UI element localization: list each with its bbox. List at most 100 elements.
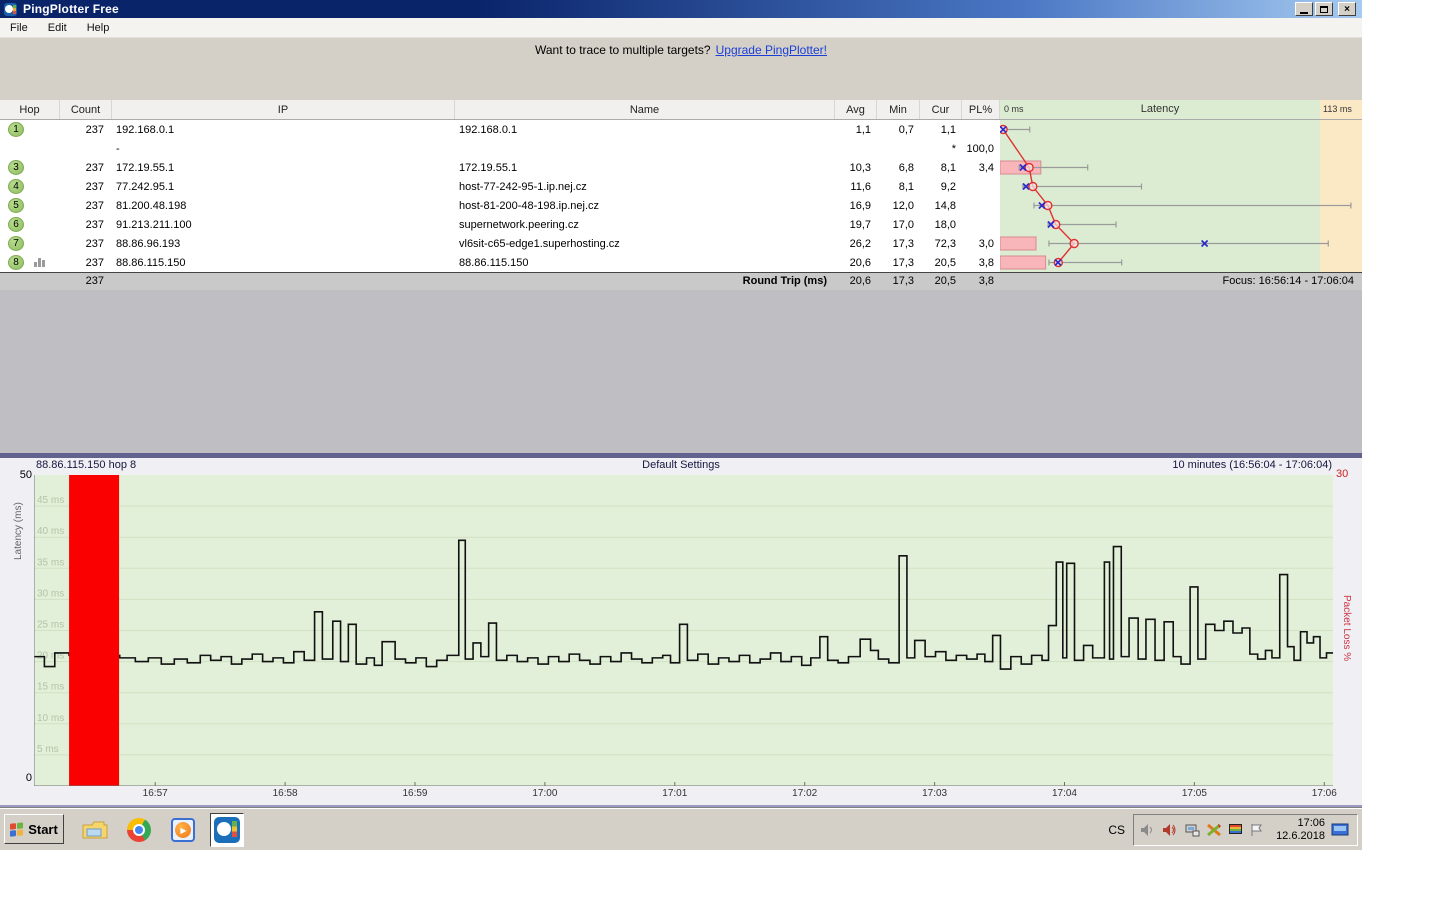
- table-row[interactable]: 623791.213.211.100supernetwork.peering.c…: [0, 215, 1000, 234]
- table-row[interactable]: 723788.86.96.193vl6sit-c65-edge1.superho…: [0, 234, 1000, 253]
- hop-packetloss: 3,8: [962, 257, 1000, 269]
- table-row[interactable]: 423777.242.95.1host-77-242-95-1.ip.nej.c…: [0, 177, 1000, 196]
- header-avg[interactable]: Avg: [835, 100, 877, 119]
- pingplotter-launcher[interactable]: [210, 813, 244, 847]
- file-explorer-launcher[interactable]: [78, 813, 112, 847]
- timeline-settings-label: Default Settings: [0, 459, 1362, 471]
- window-title: PingPlotter Free: [23, 2, 119, 16]
- time-tick-label: 16:57: [135, 788, 175, 799]
- table-row[interactable]: 3237172.19.55.1172.19.55.110,36,88,13,4: [0, 158, 1000, 177]
- table-header: Hop Count IP Name Avg Min Cur PL%: [0, 100, 1000, 120]
- restore-button[interactable]: [1315, 2, 1333, 16]
- minimize-button[interactable]: [1295, 2, 1313, 16]
- clock-time: 17:06: [1276, 817, 1325, 830]
- hop-cur: 18,0: [920, 219, 962, 231]
- hop-name: supernetwork.peering.cz: [455, 219, 835, 231]
- time-tick-label: 17:04: [1044, 788, 1084, 799]
- latency-scale-right: 113 ms: [1323, 104, 1352, 114]
- menu-file[interactable]: File: [0, 20, 38, 36]
- loss-bar: [1000, 237, 1036, 250]
- header-min[interactable]: Min: [877, 100, 920, 119]
- table-row[interactable]: 523781.200.48.198host-81-200-48-198.ip.n…: [0, 196, 1000, 215]
- media-player-launcher[interactable]: ▶: [166, 813, 200, 847]
- avg-marker: [1070, 240, 1078, 248]
- hop-avg: 16,9: [835, 200, 877, 212]
- hop-count: 237: [60, 124, 112, 136]
- packet-loss-band: [69, 475, 119, 786]
- header-name[interactable]: Name: [455, 100, 835, 119]
- hop-ip: 88.86.115.150: [112, 257, 455, 269]
- hop-count: 237: [60, 219, 112, 231]
- hop-badge: 3: [8, 160, 24, 175]
- minimize-icon: [1300, 12, 1308, 14]
- header-hop[interactable]: Hop: [0, 100, 60, 119]
- hop-min: 17,0: [877, 219, 920, 231]
- latency-timeline-chart[interactable]: 45 ms40 ms35 ms30 ms25 ms20 ms15 ms10 ms…: [34, 475, 1333, 786]
- roundtrip-avg: 20,6: [835, 275, 871, 287]
- taskbar: Start ▶ CS 17:06 12.6.2018: [0, 808, 1362, 850]
- header-pl[interactable]: PL%: [962, 100, 1000, 119]
- volume-icon[interactable]: [1140, 823, 1156, 837]
- time-tick-label: 16:58: [265, 788, 305, 799]
- clock-date: 12.6.2018: [1276, 830, 1325, 843]
- table-row[interactable]: -*100,0: [0, 139, 1000, 158]
- language-indicator[interactable]: CS: [1108, 823, 1125, 837]
- header-ip[interactable]: IP: [112, 100, 455, 119]
- table-row[interactable]: 1237192.168.0.1192.168.0.11,10,71,1: [0, 120, 1000, 139]
- hop-cur: 14,8: [920, 200, 962, 212]
- menu-edit[interactable]: Edit: [38, 20, 77, 36]
- clock[interactable]: 17:06 12.6.2018: [1276, 817, 1325, 843]
- start-button[interactable]: Start: [4, 814, 64, 844]
- hop-cur: 9,2: [920, 181, 962, 193]
- time-tick-label: 17:00: [525, 788, 565, 799]
- display-icon[interactable]: [1228, 823, 1244, 837]
- hop-cur: 72,3: [920, 238, 962, 250]
- yaxis-latency-title: Latency (ms): [13, 502, 24, 560]
- hop-count: 237: [60, 257, 112, 269]
- hop-packetloss: 100,0: [962, 143, 1000, 155]
- svg-text:25 ms: 25 ms: [37, 620, 64, 631]
- header-count[interactable]: Count: [60, 100, 112, 119]
- latency-scale-title: Latency: [1000, 103, 1320, 115]
- time-tick-label: 16:59: [395, 788, 435, 799]
- pingplotter-logo-icon: [4, 3, 17, 16]
- hop-min: 17,3: [877, 257, 920, 269]
- yaxis-packetloss-title: Packet Loss %: [1341, 595, 1352, 661]
- windows-logo-icon: [10, 822, 24, 836]
- hop-ip: 192.168.0.1: [112, 124, 455, 136]
- hop-min: 8,1: [877, 181, 920, 193]
- hop-min: 0,7: [877, 124, 920, 136]
- avg-marker: [1025, 164, 1033, 172]
- volume-alt-icon[interactable]: [1162, 823, 1178, 837]
- show-desktop-icon[interactable]: [1331, 822, 1351, 838]
- svg-text:40 ms: 40 ms: [37, 526, 64, 537]
- tray-icons: [1140, 823, 1264, 837]
- timeline-range-label: 10 minutes (16:56:04 - 17:06:04): [1172, 459, 1332, 471]
- hop-ip: 77.242.95.1: [112, 181, 455, 193]
- menubar: File Edit Help: [0, 18, 1362, 38]
- close-button[interactable]: ×: [1338, 2, 1356, 16]
- pingplotter-window: PingPlotter Free × File Edit Help Want t…: [0, 0, 1362, 808]
- upgrade-link[interactable]: Upgrade PingPlotter!: [716, 43, 827, 57]
- roundtrip-count: 237: [60, 275, 112, 287]
- table-row[interactable]: 823788.86.115.15088.86.115.15020,617,320…: [0, 253, 1000, 272]
- chrome-launcher[interactable]: [122, 813, 156, 847]
- roundtrip-label: Round Trip (ms): [455, 275, 827, 287]
- menu-help[interactable]: Help: [77, 20, 120, 36]
- network-icon[interactable]: [1184, 823, 1200, 837]
- hop-cur: 1,1: [920, 124, 962, 136]
- hop-count: 237: [60, 200, 112, 212]
- hop-min: 6,8: [877, 162, 920, 174]
- focus-range-text: Focus: 16:56:14 - 17:06:04: [1223, 275, 1354, 287]
- flag-icon[interactable]: [1250, 823, 1264, 837]
- header-cur[interactable]: Cur: [920, 100, 962, 119]
- hop-min: 17,3: [877, 238, 920, 250]
- svg-text:5 ms: 5 ms: [37, 744, 59, 755]
- antivirus-icon[interactable]: [1206, 823, 1222, 837]
- hop-badge: 8: [8, 255, 24, 270]
- hop-latency-minigraph[interactable]: [1000, 120, 1362, 272]
- time-tick-label: 17:02: [785, 788, 825, 799]
- hop-cur: *: [920, 143, 962, 155]
- hop-min: 12,0: [877, 200, 920, 212]
- titlebar[interactable]: PingPlotter Free ×: [0, 0, 1362, 18]
